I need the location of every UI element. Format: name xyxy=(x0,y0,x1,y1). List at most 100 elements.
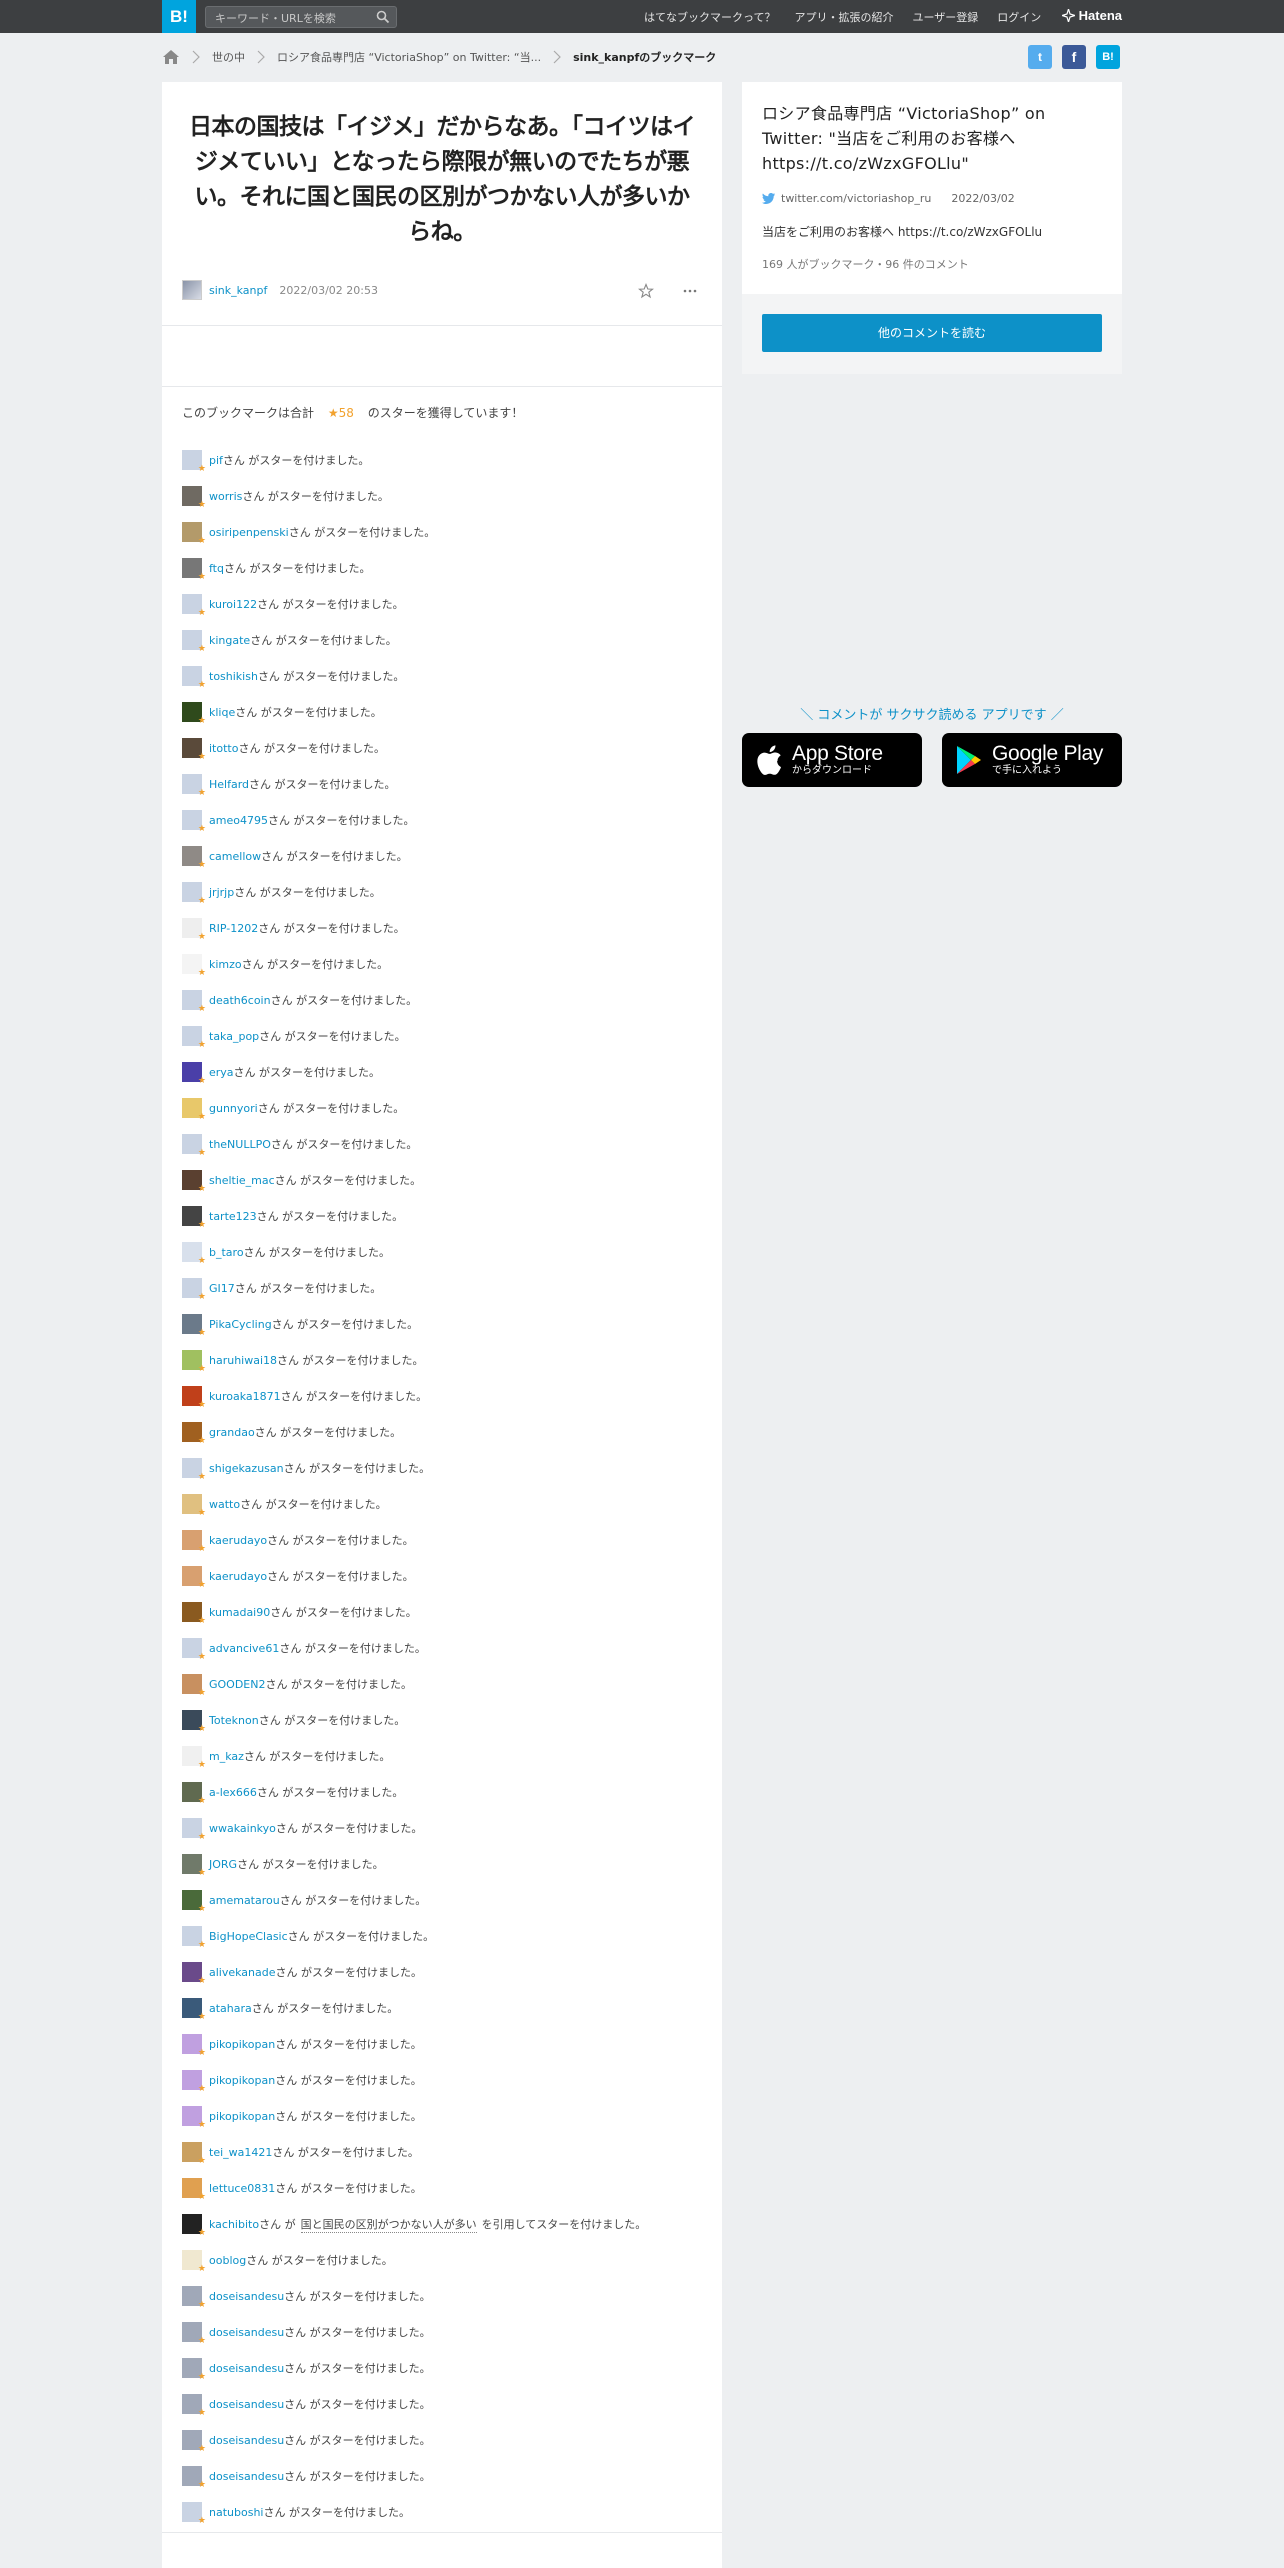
avatar[interactable]: ★ xyxy=(182,918,206,942)
entry-title[interactable]: ロシア食品専門店 “VictoriaShop” on Twitter: "当店を… xyxy=(762,102,1102,176)
star-user-link[interactable]: gunnyori xyxy=(209,1102,258,1115)
star-user-link[interactable]: kumadai90 xyxy=(209,1606,270,1619)
avatar[interactable]: ★ xyxy=(182,2286,206,2310)
avatar[interactable]: ★ xyxy=(182,1530,206,1554)
facebook-share-button[interactable]: f xyxy=(1062,45,1086,69)
add-star-icon[interactable] xyxy=(638,283,654,299)
avatar[interactable]: ★ xyxy=(182,486,206,510)
star-user-link[interactable]: kimzo xyxy=(209,958,242,971)
avatar[interactable]: ★ xyxy=(182,1638,206,1662)
star-user-link[interactable]: sheltie_mac xyxy=(209,1174,275,1187)
read-other-comments-button[interactable]: 他のコメントを読む xyxy=(762,314,1102,352)
avatar[interactable]: ★ xyxy=(182,2106,206,2130)
app-store-button[interactable]: App Store からダウンロード xyxy=(742,733,922,787)
star-user-link[interactable]: worris xyxy=(209,490,242,503)
avatar[interactable]: ★ xyxy=(182,1854,206,1878)
more-options-icon[interactable] xyxy=(682,283,698,299)
star-user-link[interactable]: natuboshi xyxy=(209,2506,263,2519)
entry-count[interactable]: 169 人がブックマーク・96 件のコメント xyxy=(762,256,969,272)
avatar[interactable]: ★ xyxy=(182,2034,206,2058)
avatar[interactable]: ★ xyxy=(182,522,206,546)
avatar[interactable]: ★ xyxy=(182,1386,206,1410)
avatar[interactable]: ★ xyxy=(182,450,206,474)
breadcrumb-category[interactable]: 世の中 xyxy=(212,49,245,65)
entry-source-domain[interactable]: twitter.com/victoriashop_ru xyxy=(781,192,931,205)
search-icon[interactable] xyxy=(376,10,390,24)
avatar[interactable]: ★ xyxy=(182,2358,206,2382)
avatar[interactable]: ★ xyxy=(182,882,206,906)
star-user-link[interactable]: tarte123 xyxy=(209,1210,257,1223)
twitter-share-button[interactable]: t xyxy=(1028,45,1052,69)
avatar[interactable]: ★ xyxy=(182,2466,206,2490)
avatar[interactable]: ★ xyxy=(182,2502,206,2526)
star-user-link[interactable]: m_kaz xyxy=(209,1750,244,1763)
hatena-brand[interactable]: Hatena xyxy=(1061,8,1122,23)
avatar[interactable]: ★ xyxy=(182,2250,206,2274)
avatar[interactable]: ★ xyxy=(182,1602,206,1626)
avatar[interactable]: ★ xyxy=(182,1890,206,1914)
avatar[interactable]: ★ xyxy=(182,594,206,618)
avatar[interactable]: ★ xyxy=(182,2430,206,2454)
star-user-link[interactable]: lettuce0831 xyxy=(209,2182,275,2195)
avatar[interactable]: ★ xyxy=(182,2394,206,2418)
avatar[interactable]: ★ xyxy=(182,1458,206,1482)
star-user-link[interactable]: osiripenpenski xyxy=(209,526,289,539)
star-user-link[interactable]: theNULLPO xyxy=(209,1138,271,1151)
bookmark-user-link[interactable]: sink_kanpf xyxy=(209,284,267,297)
star-user-link[interactable]: shigekazusan xyxy=(209,1462,284,1475)
star-user-link[interactable]: itotto xyxy=(209,742,238,755)
avatar[interactable]: ★ xyxy=(182,1422,206,1446)
star-user-link[interactable]: ooblog xyxy=(209,2254,246,2267)
avatar[interactable]: ★ xyxy=(182,954,206,978)
star-user-link[interactable]: doseisandesu xyxy=(209,2362,284,2375)
avatar[interactable]: ★ xyxy=(182,1134,206,1158)
avatar[interactable]: ★ xyxy=(182,2070,206,2094)
star-user-link[interactable]: kliqe xyxy=(209,706,235,719)
star-user-link[interactable]: pikopikopan xyxy=(209,2038,275,2051)
avatar[interactable]: ★ xyxy=(182,1062,206,1086)
star-user-link[interactable]: a-lex666 xyxy=(209,1786,257,1799)
avatar[interactable]: ★ xyxy=(182,1962,206,1986)
nav-about-link[interactable]: はてなブックマークって？ xyxy=(644,9,775,25)
star-user-link[interactable]: Toteknon xyxy=(209,1714,259,1727)
avatar[interactable]: ★ xyxy=(182,774,206,798)
avatar[interactable]: ★ xyxy=(182,1170,206,1194)
star-user-link[interactable]: amematarou xyxy=(209,1894,280,1907)
avatar[interactable]: ★ xyxy=(182,1746,206,1770)
star-total[interactable]: ★58 xyxy=(328,406,354,420)
star-user-link[interactable]: alivekanade xyxy=(209,1966,276,1979)
avatar[interactable]: ★ xyxy=(182,1026,206,1050)
avatar[interactable]: ★ xyxy=(182,1926,206,1950)
star-user-link[interactable]: doseisandesu xyxy=(209,2398,284,2411)
star-user-link[interactable]: wwakainkyo xyxy=(209,1822,276,1835)
star-user-link[interactable]: kingate xyxy=(209,634,250,647)
avatar[interactable]: ★ xyxy=(182,810,206,834)
star-user-link[interactable]: kaerudayo xyxy=(209,1570,267,1583)
star-user-link[interactable]: grandao xyxy=(209,1426,255,1439)
avatar[interactable]: ★ xyxy=(182,2214,206,2238)
star-user-link[interactable]: Helfard xyxy=(209,778,249,791)
avatar[interactable]: ★ xyxy=(182,2178,206,2202)
avatar[interactable]: ★ xyxy=(182,1674,206,1698)
star-user-link[interactable]: b_taro xyxy=(209,1246,244,1259)
star-user-link[interactable]: doseisandesu xyxy=(209,2290,284,2303)
avatar[interactable]: ★ xyxy=(182,990,206,1014)
search-input[interactable] xyxy=(206,8,366,29)
avatar[interactable]: ★ xyxy=(182,1782,206,1806)
star-user-link[interactable]: tei_wa1421 xyxy=(209,2146,272,2159)
avatar[interactable]: ★ xyxy=(182,1098,206,1122)
star-user-link[interactable]: pikopikopan xyxy=(209,2074,275,2087)
breadcrumb-entry[interactable]: ロシア食品専門店 “VictoriaShop” on Twitter: “当..… xyxy=(277,49,541,65)
avatar[interactable]: ★ xyxy=(182,1206,206,1230)
star-user-link[interactable]: atahara xyxy=(209,2002,252,2015)
avatar[interactable]: ★ xyxy=(182,1566,206,1590)
star-user-link[interactable]: GI17 xyxy=(209,1282,235,1295)
avatar[interactable]: ★ xyxy=(182,1494,206,1518)
avatar[interactable] xyxy=(182,280,202,300)
star-user-link[interactable]: GOODEN2 xyxy=(209,1678,266,1691)
search-box[interactable] xyxy=(205,6,397,29)
star-user-link[interactable]: erya xyxy=(209,1066,234,1079)
star-user-link[interactable]: kuroi122 xyxy=(209,598,257,611)
star-user-link[interactable]: ameo4795 xyxy=(209,814,268,827)
star-user-link[interactable]: pif xyxy=(209,454,223,467)
